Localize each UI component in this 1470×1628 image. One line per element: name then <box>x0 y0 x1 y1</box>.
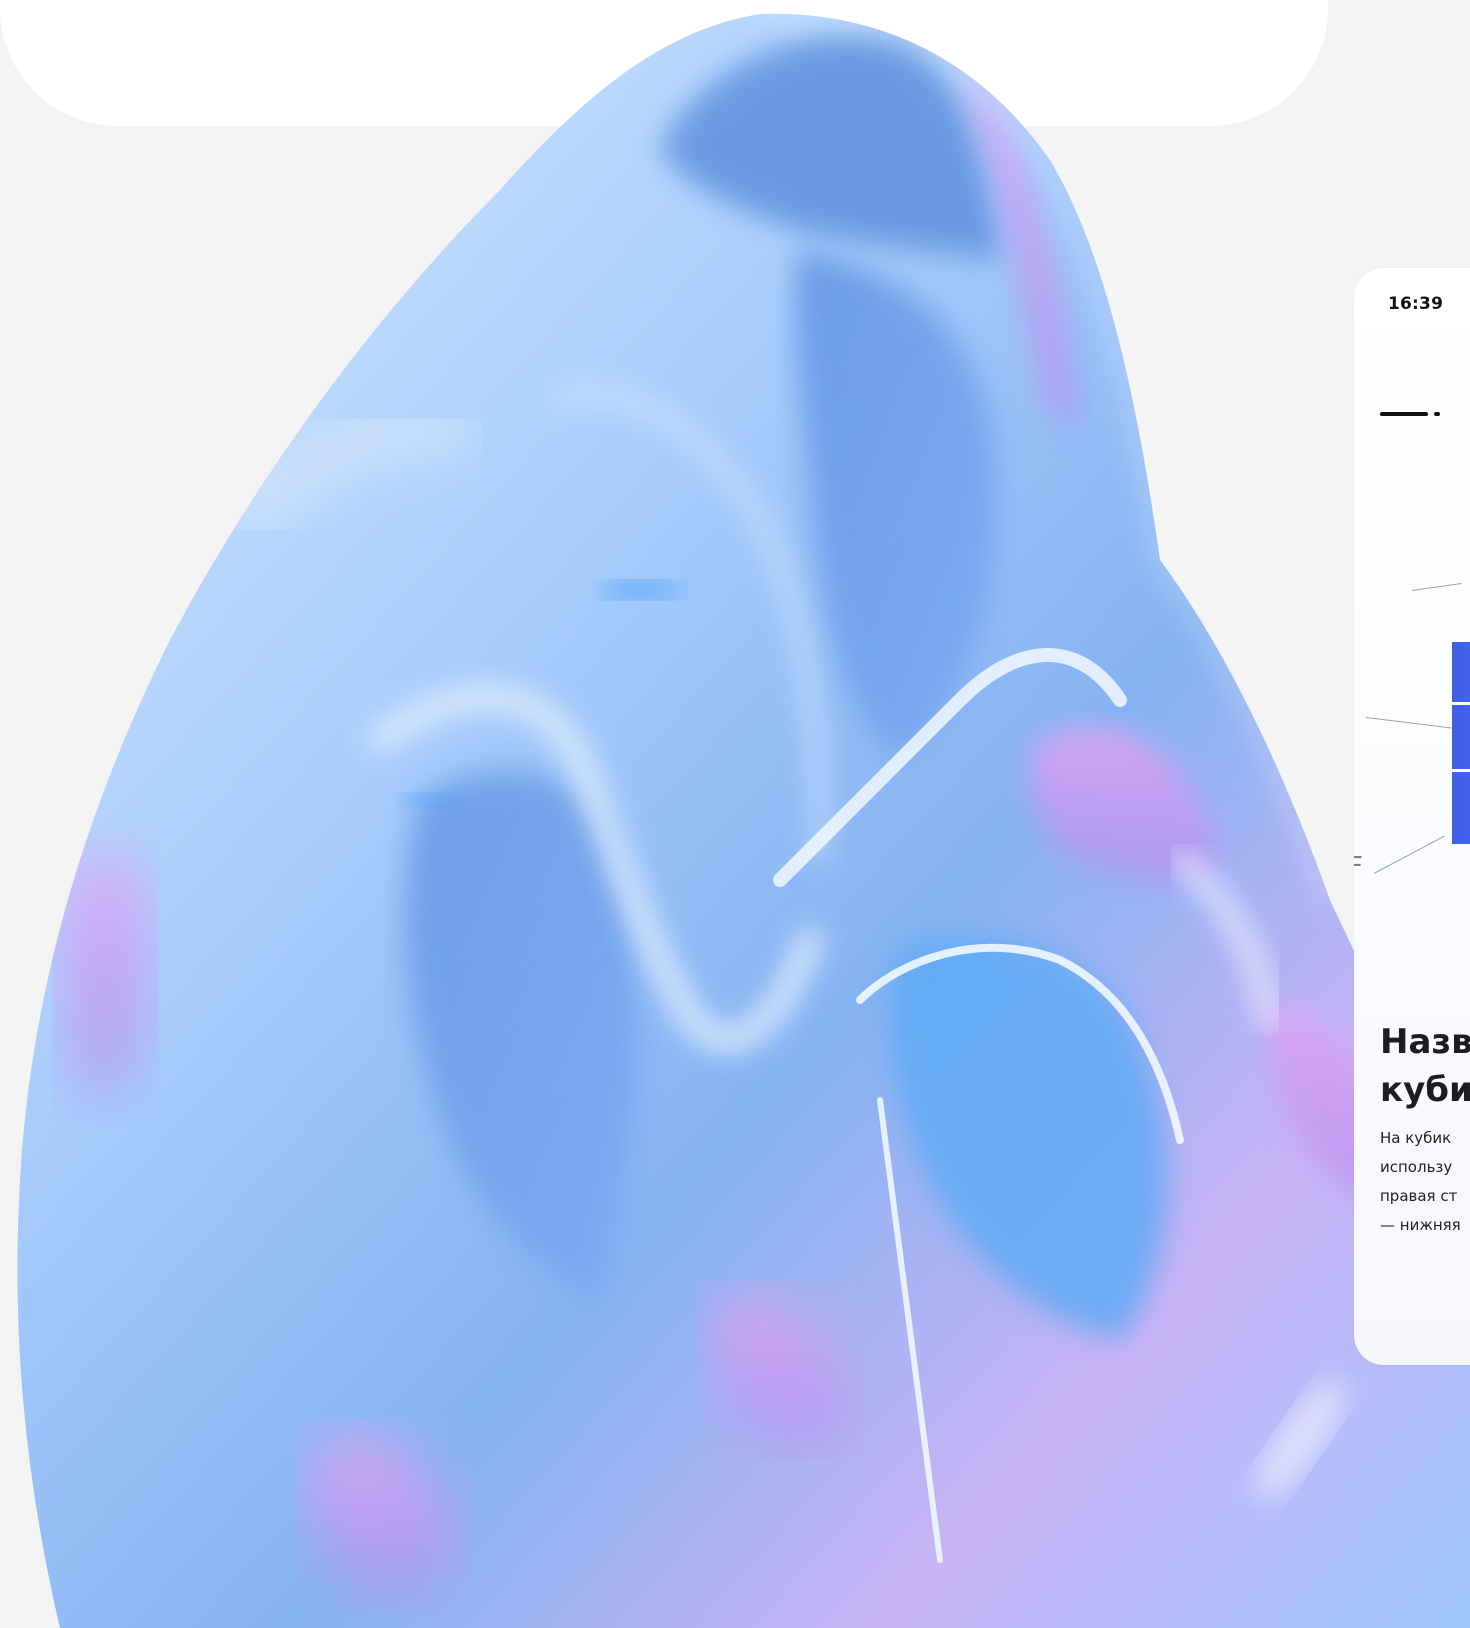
guide-line-left <box>1365 717 1452 729</box>
page-title-line-1: Назв <box>1380 1022 1470 1062</box>
description-text: На кубик использу правая ст — нижняя <box>1380 1124 1470 1240</box>
story-progress-segment <box>1380 412 1428 416</box>
cube-face-bottom <box>1452 772 1470 844</box>
cube-face-top <box>1452 642 1470 702</box>
phone-screen: 16:39 L F Назв куби На кубик использу пр… <box>1354 268 1470 1365</box>
page-title-line-2: куби <box>1380 1070 1470 1110</box>
story-progress-next <box>1434 412 1440 416</box>
description-line-4: — нижняя <box>1380 1216 1461 1234</box>
status-bar-time: 16:39 <box>1388 294 1444 314</box>
guide-line-top <box>1411 583 1462 591</box>
abstract-glass-blob-illustration <box>17 9 1470 1628</box>
cube-face-middle <box>1452 705 1470 769</box>
description-line-3: правая ст <box>1380 1187 1458 1205</box>
cube-label-front: F <box>1354 852 1363 882</box>
guide-line-front <box>1373 835 1445 874</box>
page-title: Назв куби <box>1380 1018 1470 1114</box>
description-line-1: На кубик <box>1380 1129 1452 1147</box>
description-line-2: использу <box>1380 1158 1453 1176</box>
